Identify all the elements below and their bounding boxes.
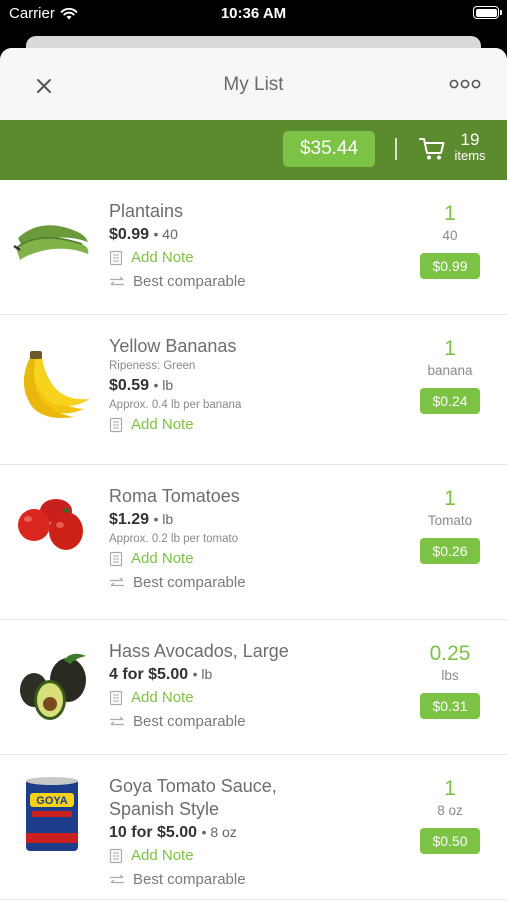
quantity-control[interactable]: 1 8 oz $0.50 bbox=[415, 776, 485, 854]
quantity-unit: banana bbox=[427, 363, 473, 378]
quantity-unit: Tomato bbox=[427, 513, 473, 528]
compare-arrows-icon bbox=[110, 276, 124, 286]
approx-weight-note: Approx. 0.4 lb per banana bbox=[109, 399, 242, 411]
more-icon[interactable] bbox=[449, 76, 481, 92]
battery-icon bbox=[473, 6, 502, 19]
cart-count: 19 items bbox=[452, 131, 488, 162]
best-comparable-button[interactable]: Best comparable bbox=[109, 270, 397, 294]
add-note-button[interactable]: Add Note bbox=[109, 413, 397, 437]
note-icon bbox=[109, 250, 123, 266]
item-name: Hass Avocados, Large bbox=[109, 641, 289, 661]
item-info: Yellow Bananas Ripeness: Green $0.59 • l… bbox=[109, 335, 397, 437]
compare-arrows-icon bbox=[110, 874, 124, 884]
best-comparable-button[interactable]: Best comparable bbox=[109, 868, 397, 892]
item-info: Hass Avocados, Large 4 for $5.00 • lb Ad… bbox=[109, 640, 397, 734]
best-comparable-label: Best comparable bbox=[133, 871, 246, 888]
line-price-badge[interactable]: $0.99 bbox=[420, 253, 480, 279]
item-price: $1.29 • lb bbox=[109, 511, 174, 528]
item-name: Yellow Bananas bbox=[109, 336, 237, 356]
add-note-button[interactable]: Add Note bbox=[109, 246, 397, 270]
note-icon bbox=[109, 551, 123, 567]
item-price: 10 for $5.00 • 8 oz bbox=[109, 824, 237, 841]
item-name: Goya Tomato Sauce, Spanish Style bbox=[109, 776, 277, 819]
approx-weight-note: Approx. 0.2 lb per tomato bbox=[109, 533, 239, 545]
list-item[interactable]: Plantains $0.99 • 40 Add Note Best compa… bbox=[0, 180, 507, 315]
quantity-unit: 8 oz bbox=[437, 803, 463, 818]
list-summary-bar: $35.44 19 items bbox=[0, 120, 507, 180]
brand-logo-text: GOYA bbox=[36, 795, 67, 807]
best-comparable-label: Best comparable bbox=[133, 574, 246, 591]
avocados-image bbox=[20, 653, 86, 720]
compare-arrows-icon bbox=[110, 716, 124, 726]
tomatoes-image bbox=[18, 499, 83, 550]
nav-bar: My List bbox=[0, 48, 507, 120]
item-price: 4 for $5.00 • lb bbox=[109, 666, 213, 683]
list-item[interactable]: GOYA Goya Tomato Sauce, Spanish Style 10 … bbox=[0, 755, 507, 900]
add-note-label: Add Note bbox=[131, 249, 194, 266]
item-name: Roma Tomatoes bbox=[109, 486, 240, 506]
quantity-control[interactable]: 1 banana $0.24 bbox=[415, 336, 485, 414]
list-item[interactable]: Yellow Bananas Ripeness: Green $0.59 • l… bbox=[0, 315, 507, 465]
plantains-image bbox=[13, 225, 89, 260]
quantity-control[interactable]: 0.25 lbs $0.31 bbox=[415, 641, 485, 719]
item-info: Plantains $0.99 • 40 Add Note Best compa… bbox=[109, 200, 397, 294]
item-name: Plantains bbox=[109, 201, 184, 221]
compare-arrows-icon bbox=[110, 577, 124, 587]
quantity-control[interactable]: 1 Tomato $0.26 bbox=[415, 486, 485, 564]
list-sheet: My List $35.44 19 items Plantains $0.99 … bbox=[0, 48, 507, 900]
page-title: My List bbox=[223, 74, 284, 95]
add-note-label: Add Note bbox=[131, 847, 194, 864]
list-item[interactable]: Hass Avocados, Large 4 for $5.00 • lb Ad… bbox=[0, 620, 507, 755]
item-price: $0.99 • 40 bbox=[109, 226, 178, 243]
item-info: Roma Tomatoes $1.29 • lb Approx. 0.2 lb … bbox=[109, 485, 397, 595]
best-comparable-button[interactable]: Best comparable bbox=[109, 710, 397, 734]
quantity-value: 1 bbox=[444, 777, 456, 800]
quantity-value: 1 bbox=[444, 487, 456, 510]
line-price-badge[interactable]: $0.50 bbox=[420, 828, 480, 854]
add-note-button[interactable]: Add Note bbox=[109, 844, 397, 868]
item-unit: lb bbox=[162, 511, 174, 527]
total-button[interactable]: $35.44 bbox=[283, 131, 375, 167]
status-bar: Carrier 10:36 AM bbox=[0, 0, 507, 30]
ripeness-note: Ripeness: Green bbox=[109, 360, 196, 372]
line-price-badge[interactable]: $0.26 bbox=[420, 538, 480, 564]
items-label: items bbox=[454, 148, 486, 163]
list-item[interactable]: Roma Tomatoes $1.29 • lb Approx. 0.2 lb … bbox=[0, 465, 507, 620]
goya-can-image: GOYA bbox=[26, 777, 78, 851]
line-price-badge[interactable]: $0.31 bbox=[420, 693, 480, 719]
add-note-button[interactable]: Add Note bbox=[109, 547, 397, 571]
note-icon bbox=[109, 690, 123, 706]
add-note-label: Add Note bbox=[131, 550, 194, 567]
bananas-image bbox=[23, 351, 90, 418]
add-note-button[interactable]: Add Note bbox=[109, 686, 397, 710]
quantity-control[interactable]: 1 40 $0.99 bbox=[415, 201, 485, 279]
cart-icon[interactable] bbox=[418, 134, 446, 162]
add-note-label: Add Note bbox=[131, 689, 194, 706]
item-count: 19 bbox=[460, 130, 480, 149]
quantity-unit: 40 bbox=[442, 228, 458, 243]
quantity-value: 1 bbox=[444, 337, 456, 360]
line-price-badge[interactable]: $0.24 bbox=[420, 388, 480, 414]
best-comparable-button[interactable]: Best comparable bbox=[109, 571, 397, 595]
item-price: $0.59 • lb bbox=[109, 377, 174, 394]
quantity-value: 1 bbox=[444, 202, 456, 225]
item-info: Goya Tomato Sauce, Spanish Style 10 for $… bbox=[109, 775, 397, 892]
clock: 10:36 AM bbox=[220, 5, 287, 22]
quantity-unit: lbs bbox=[441, 668, 459, 683]
divider bbox=[395, 138, 397, 160]
item-unit: 8 oz bbox=[210, 824, 237, 840]
item-unit: lb bbox=[162, 377, 174, 393]
item-unit: lb bbox=[201, 666, 213, 682]
add-note-label: Add Note bbox=[131, 416, 194, 433]
note-icon bbox=[109, 848, 123, 864]
item-unit: 40 bbox=[162, 226, 178, 242]
note-icon bbox=[109, 417, 123, 433]
best-comparable-label: Best comparable bbox=[133, 713, 246, 730]
best-comparable-label: Best comparable bbox=[133, 273, 246, 290]
quantity-value: 0.25 bbox=[429, 642, 471, 665]
